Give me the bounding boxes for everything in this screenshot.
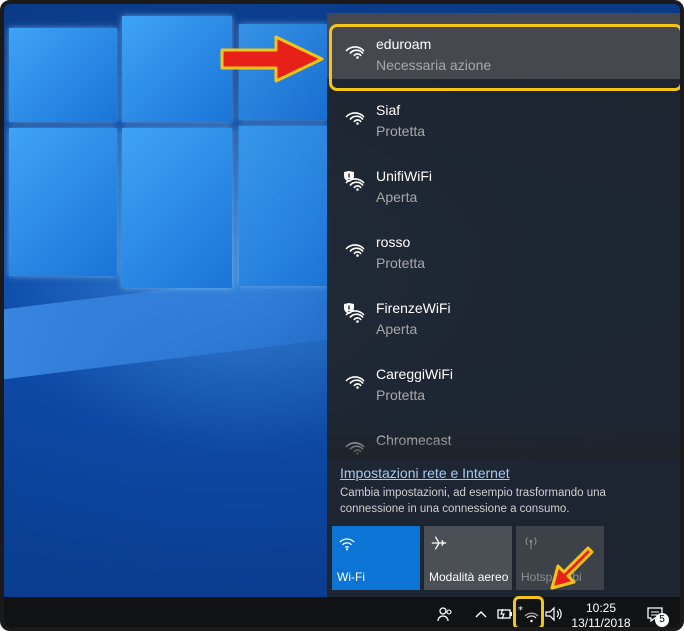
network-flyout: eduroam Necessaria azione Siaf Protetta Unif…: [327, 13, 680, 597]
network-state: Protetta: [376, 255, 426, 271]
chevron-up-icon[interactable]: [474, 608, 488, 620]
network-ssid: CareggiWiFi: [376, 366, 454, 382]
network-ssid: rosso: [376, 234, 411, 250]
airplane-icon: [431, 536, 447, 550]
red-arrow-icon: [550, 546, 594, 590]
volume-icon[interactable]: [544, 605, 564, 623]
red-arrow-icon: [220, 35, 324, 83]
wallpaper-window-pane: [239, 126, 327, 286]
wifi-open-warning-icon: [344, 171, 365, 191]
notification-count-badge: 5: [655, 613, 669, 627]
wifi-icon: [339, 538, 355, 551]
network-item-rosso[interactable]: rosso Protetta: [327, 211, 680, 277]
network-state: Protetta: [376, 387, 426, 403]
airplane-mode-tile[interactable]: Modalità aereo: [424, 526, 512, 590]
taskbar-clock-date[interactable]: 13/11/2018: [570, 616, 632, 627]
network-state: Aperta: [376, 189, 418, 205]
wifi-open-warning-icon: [344, 303, 365, 323]
wifi-toggle-tile[interactable]: Wi-Fi: [332, 526, 420, 590]
wifi-signal-icon: [345, 376, 365, 389]
wallpaper-window-pane: [9, 128, 117, 276]
network-settings-description: Cambia impostazioni, ad esempio trasform…: [340, 487, 606, 515]
wallpaper-window-pane: [122, 128, 232, 288]
wallpaper-window-pane: [9, 28, 117, 122]
wifi-signal-icon: [345, 112, 365, 125]
wifi-tray-highlight-box: [513, 596, 544, 627]
screenshot-frame: eduroam Necessaria azione Siaf Protetta Unif…: [0, 0, 684, 631]
network-ssid: Siaf: [376, 102, 401, 118]
wifi-tile-label: Wi-Fi: [337, 570, 365, 584]
network-item-careggiwifi[interactable]: CareggiWiFi Protetta: [327, 343, 680, 409]
wallpaper-window-pane: [122, 16, 232, 122]
network-ssid: UnifiWiFi: [376, 168, 432, 184]
network-item-firenzewifi[interactable]: FirenzeWiFi Aperta: [327, 277, 680, 343]
network-state: Protetta: [376, 123, 426, 139]
hotspot-icon: [525, 537, 537, 550]
network-ssid: FirenzeWiFi: [376, 300, 451, 316]
network-settings-link[interactable]: Impostazioni rete e Internet: [340, 465, 510, 481]
network-state: Aperta: [376, 321, 418, 337]
list-fade: [327, 423, 680, 459]
people-icon[interactable]: [436, 605, 454, 623]
taskbar-clock-time[interactable]: 10:25: [586, 601, 616, 615]
battery-charging-icon[interactable]: [495, 606, 513, 622]
airplane-tile-label: Modalità aereo: [429, 570, 509, 584]
wifi-signal-icon: [345, 244, 365, 257]
eduroam-highlight-box: [329, 24, 680, 91]
network-item-unifiwifi[interactable]: UnifiWiFi Aperta: [327, 145, 680, 211]
